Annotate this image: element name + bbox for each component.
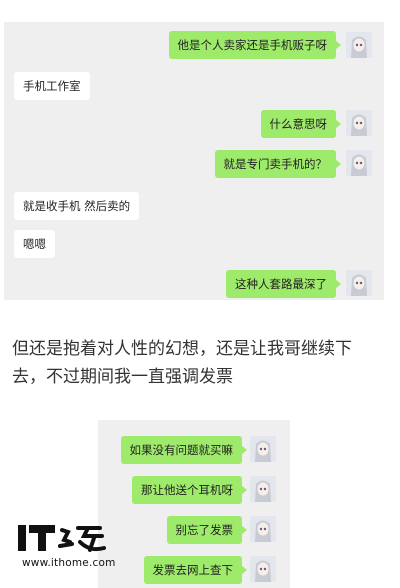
chat-screenshot-top: 他是个人卖家还是手机贩子呀 手机工作室 什么意思呀 就是专门卖手机的？ 就是收手… (4, 22, 384, 300)
article-paragraph: 但还是抱着对人性的幻想，还是让我哥继续下去，不过期间我一直强调发票 (12, 339, 352, 387)
ithome-url: www.ithome.com (22, 557, 116, 569)
avatar-icon (250, 516, 276, 542)
avatar-icon (346, 32, 372, 58)
outgoing-message: 什么意思呀 (260, 110, 341, 138)
message-row: 如果没有问题就买嘛 (98, 436, 290, 466)
avatar-icon (346, 270, 372, 296)
outgoing-message: 发票去网上查下 (143, 556, 247, 584)
outgoing-message: 这种人套路最深了 (226, 270, 341, 298)
avatar-icon (346, 110, 372, 136)
outgoing-message: 就是专门卖手机的？ (214, 150, 341, 178)
incoming-message: 手机工作室 (14, 72, 90, 100)
avatar-icon (250, 436, 276, 462)
avatar-icon (346, 150, 372, 176)
message-row: 发票去网上查下 (98, 556, 290, 586)
outgoing-message: 他是个人卖家还是手机贩子呀 (168, 31, 341, 59)
ithome-logo (18, 522, 118, 560)
outgoing-message: 别忘了发票 (166, 516, 247, 544)
chat-screenshot-bottom: 如果没有问题就买嘛 那让他送个耳机呀 别忘了发票 发票去网上查下 (98, 420, 290, 588)
message-row: 就是专门卖手机的？ (4, 148, 384, 178)
message-row: 什么意思呀 (4, 110, 384, 140)
avatar-icon (250, 476, 276, 502)
message-row: 嗯嗯 (4, 228, 384, 258)
message-row: 别忘了发票 (98, 516, 290, 546)
outgoing-message: 如果没有问题就买嘛 (120, 436, 247, 464)
message-row: 就是收手机 然后卖的 (4, 190, 384, 220)
message-row: 手机工作室 (4, 70, 384, 100)
outgoing-message: 那让他送个耳机呀 (132, 476, 247, 504)
message-row: 他是个人卖家还是手机贩子呀 (4, 30, 384, 60)
message-row: 这种人套路最深了 (4, 268, 384, 298)
ithome-logo-icon (18, 525, 106, 552)
incoming-message: 就是收手机 然后卖的 (14, 192, 140, 220)
message-row: 那让他送个耳机呀 (98, 476, 290, 506)
avatar-icon (250, 556, 276, 582)
incoming-message: 嗯嗯 (14, 230, 55, 258)
article-body: 但还是抱着对人性的幻想，还是让我哥继续下去，不过期间我一直强调发票 (12, 335, 382, 391)
